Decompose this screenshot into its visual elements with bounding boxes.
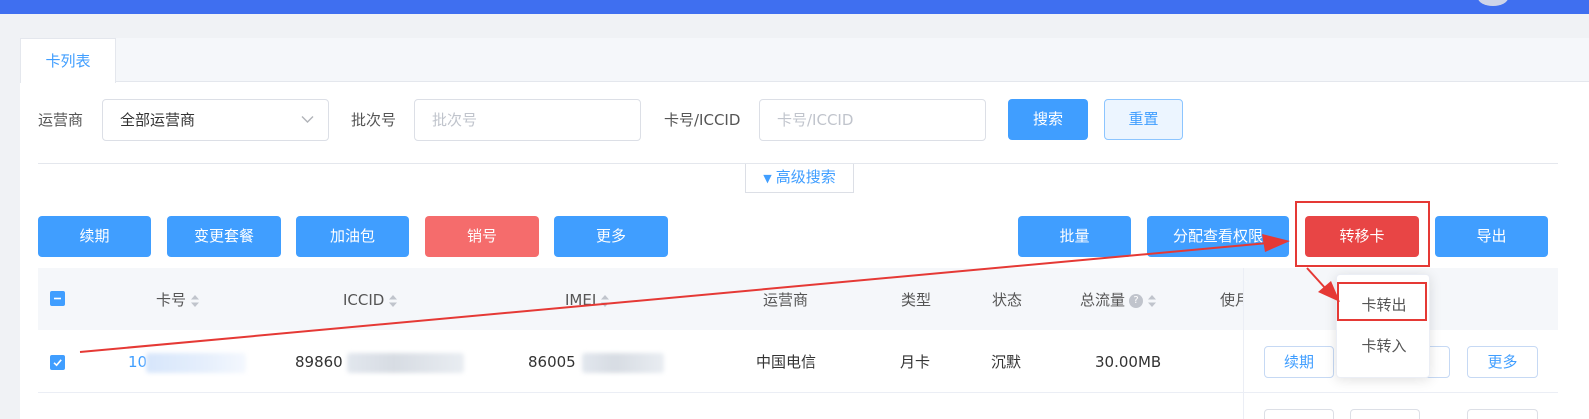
transfer-card-button[interactable]: 转移卡	[1305, 216, 1419, 257]
next-row-button[interactable]	[1350, 409, 1420, 419]
add-data-pack-button[interactable]: 加油包	[296, 216, 409, 257]
operator-label: 运营商	[38, 111, 84, 129]
chevron-down-icon	[301, 100, 314, 124]
header-card-no[interactable]: 卡号	[156, 290, 200, 310]
sort-icon[interactable]	[388, 294, 398, 308]
change-plan-button[interactable]: 变更套餐	[167, 216, 281, 257]
batch-label: 批次号	[351, 111, 397, 129]
row-checkbox[interactable]	[50, 355, 65, 370]
cancel-number-button[interactable]: 销号	[425, 216, 539, 257]
cell-card-no[interactable]: 10	[128, 352, 147, 372]
help-icon[interactable]: ?	[1129, 293, 1144, 308]
assign-view-permission-button[interactable]: 分配查看权限	[1147, 216, 1289, 257]
next-row-button[interactable]	[1264, 409, 1334, 419]
top-nav-bar	[0, 0, 1589, 14]
batch-input[interactable]: 批次号	[414, 99, 641, 141]
transfer-card-dropdown: 卡转出 卡转入	[1336, 274, 1430, 378]
row-divider	[38, 392, 1558, 393]
header-total-traffic[interactable]: 总流量?	[1080, 290, 1157, 310]
search-button[interactable]: 搜索	[1008, 99, 1088, 140]
renew-button[interactable]: 续期	[38, 216, 151, 257]
menu-item-card-in[interactable]: 卡转入	[1337, 336, 1431, 356]
minus-icon	[54, 297, 61, 300]
cell-status: 沉默	[991, 353, 1022, 371]
menu-item-card-out[interactable]: 卡转出	[1337, 295, 1431, 315]
caret-down-icon: ▼	[763, 172, 772, 185]
reset-button[interactable]: 重置	[1104, 99, 1183, 140]
cell-total-traffic: 30.00MB	[1095, 353, 1162, 371]
redacted-card-no	[146, 353, 246, 373]
cell-operator: 中国电信	[756, 353, 817, 371]
redacted-imei	[582, 353, 664, 373]
advanced-search-toggle[interactable]: ▼ 高级搜索	[745, 164, 854, 193]
row-renew-button[interactable]: 续期	[1264, 346, 1334, 378]
sort-icon[interactable]	[1147, 294, 1157, 308]
batch-button[interactable]: 批量	[1018, 216, 1131, 257]
sort-icon[interactable]	[190, 294, 200, 308]
header-iccid[interactable]: ICCID	[343, 290, 398, 310]
redacted-iccid	[347, 353, 464, 373]
advanced-search-label: 高级搜索	[775, 168, 836, 186]
fixed-column-divider	[1243, 268, 1244, 419]
next-row-button[interactable]	[1467, 409, 1538, 419]
sort-icon[interactable]	[600, 294, 610, 308]
select-all-checkbox[interactable]	[50, 291, 65, 306]
more-button[interactable]: 更多	[554, 216, 668, 257]
operator-select[interactable]: 全部运营商	[102, 99, 329, 141]
operator-select-value: 全部运营商	[120, 111, 196, 129]
header-status: 状态	[992, 291, 1023, 309]
cell-imei: 86005	[528, 353, 576, 371]
header-imei[interactable]: IMEI	[565, 290, 610, 310]
export-button[interactable]: 导出	[1435, 216, 1548, 257]
tab-bar	[20, 38, 1589, 82]
header-operator: 运营商	[763, 291, 809, 309]
header-usage: 使月	[1220, 291, 1243, 309]
iccid-input[interactable]: 卡号/ICCID	[759, 99, 986, 141]
header-type: 类型	[901, 291, 932, 309]
tab-card-list[interactable]: 卡列表	[20, 38, 116, 83]
row-more-button[interactable]: 更多	[1467, 346, 1538, 378]
cell-type: 月卡	[900, 353, 931, 371]
iccid-label: 卡号/ICCID	[664, 111, 741, 129]
check-icon	[53, 359, 62, 367]
cell-iccid: 89860	[295, 353, 343, 371]
avatar[interactable]	[1478, 0, 1508, 6]
